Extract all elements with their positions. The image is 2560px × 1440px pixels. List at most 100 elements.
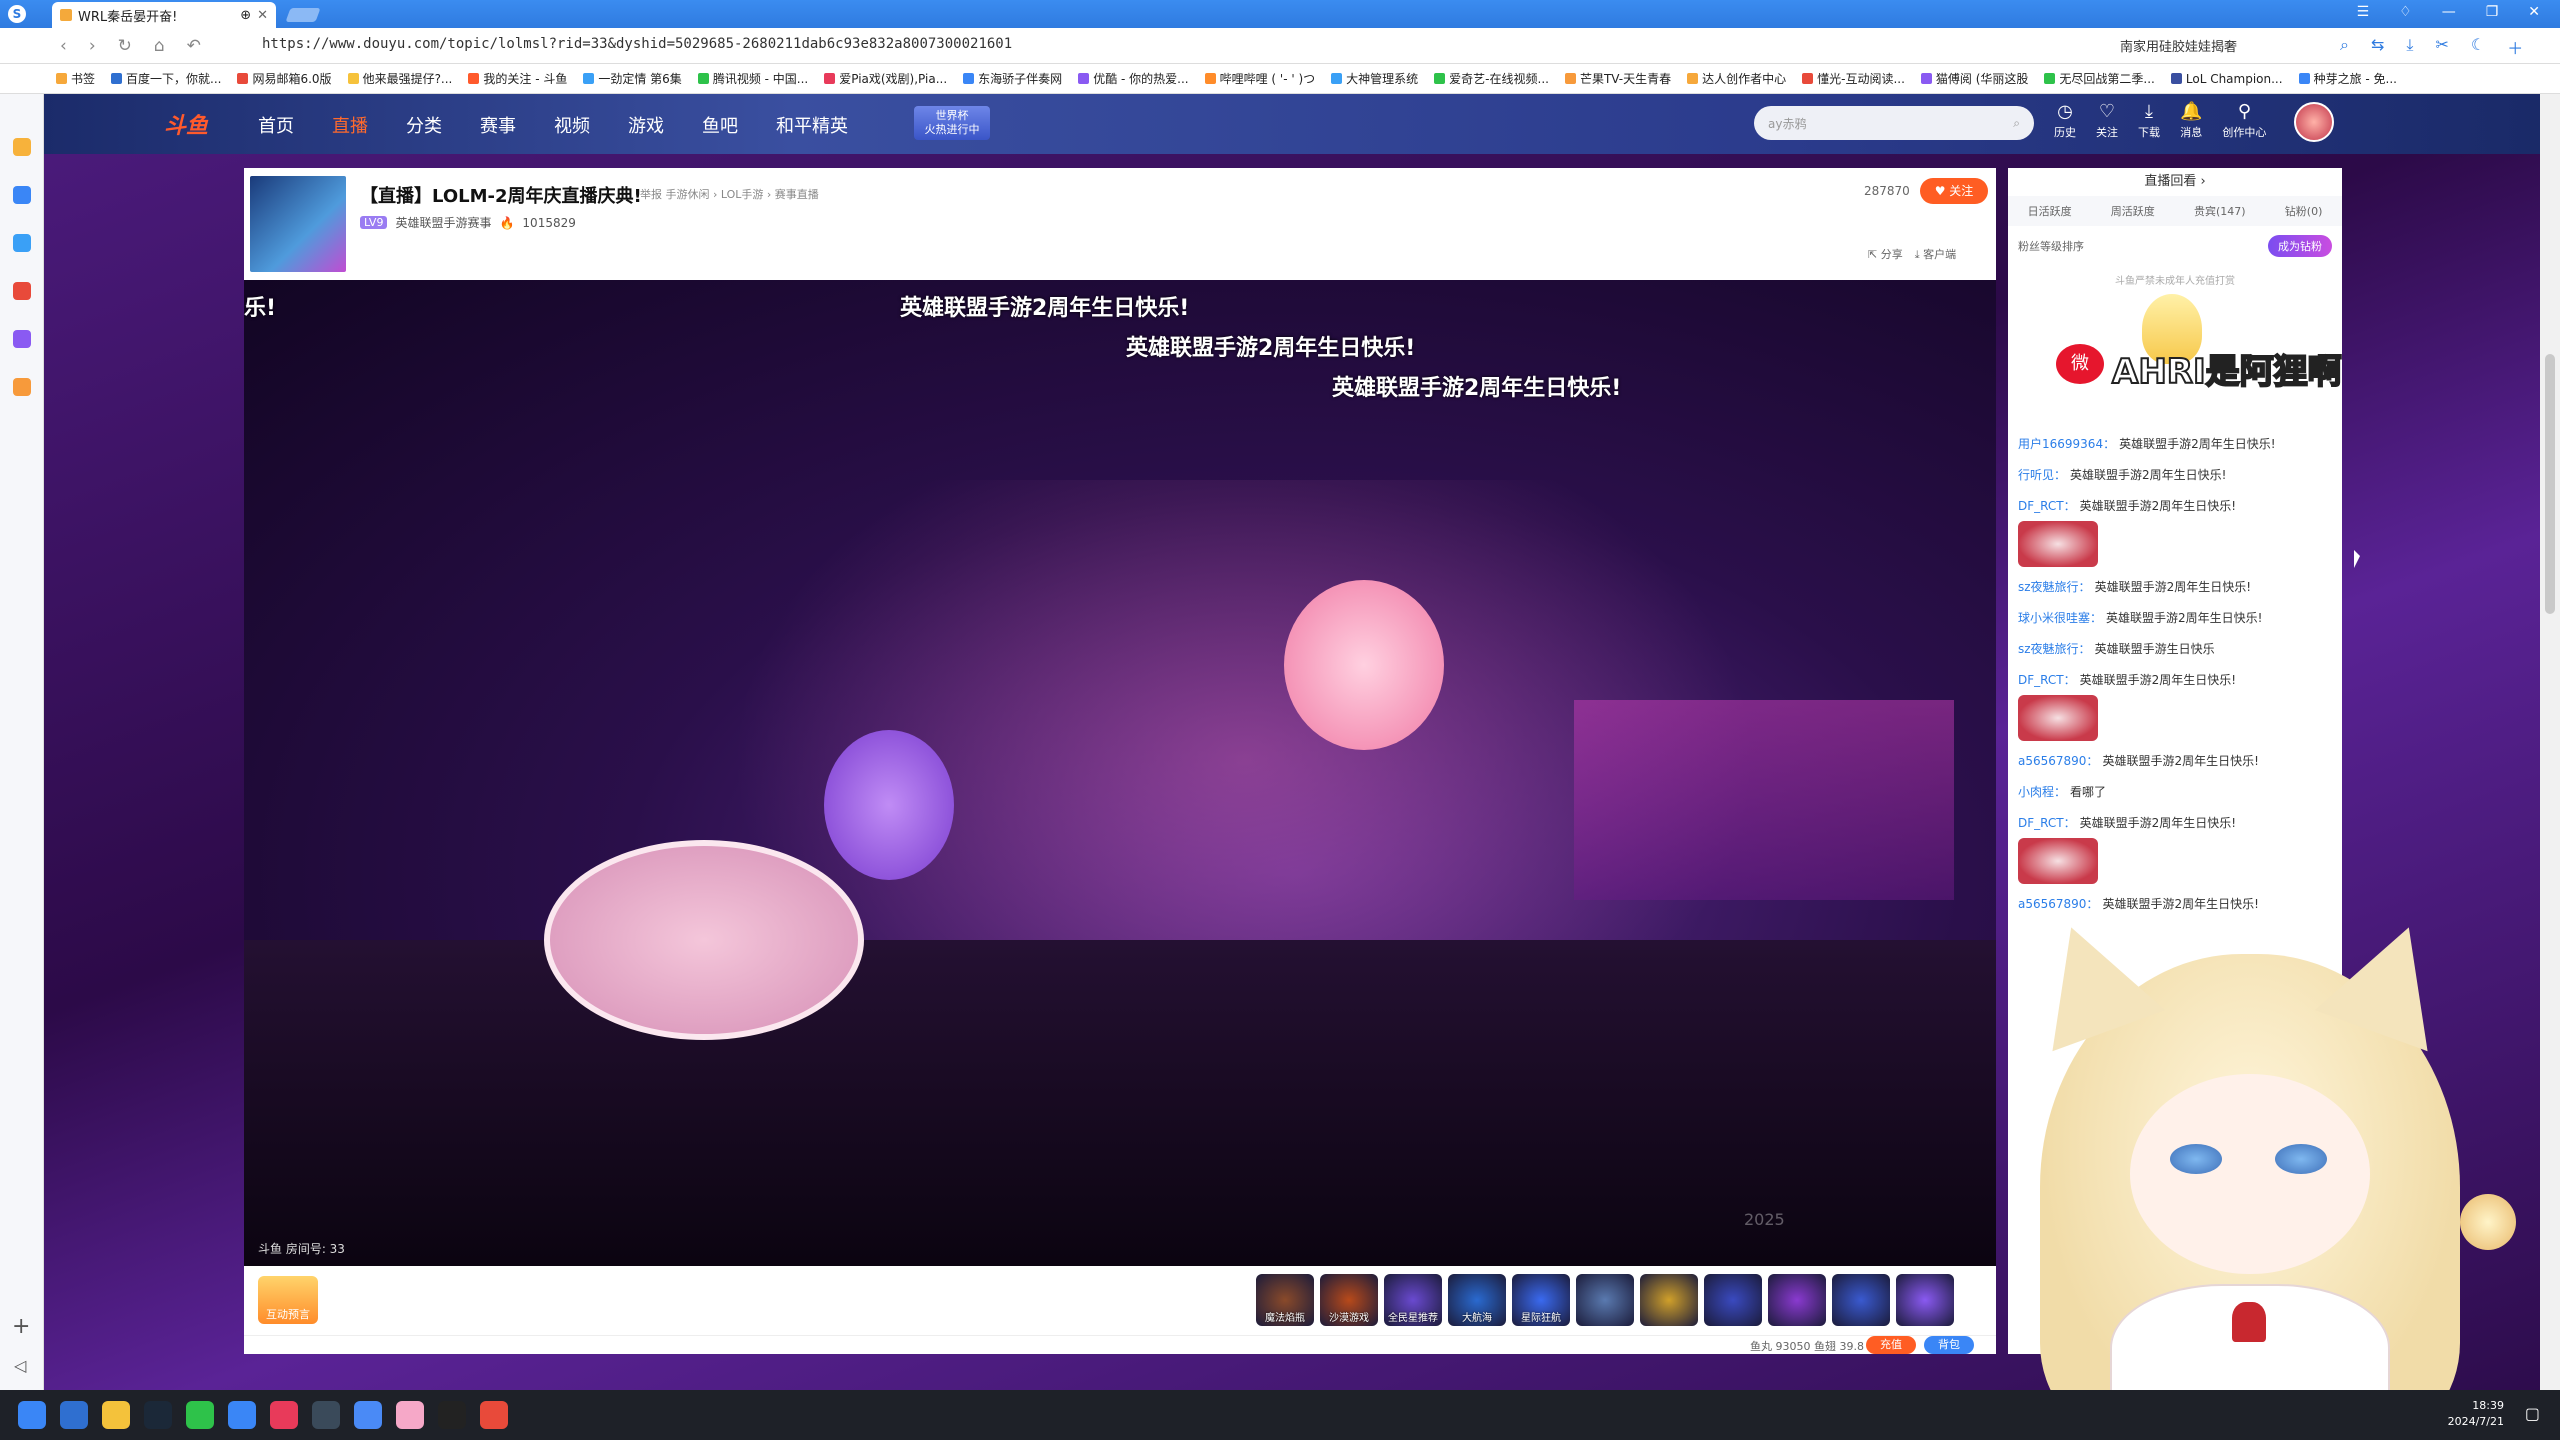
- search-engine-box[interactable]: 南家用硅胶娃娃揭奢: [2120, 36, 2237, 55]
- bookmark-item[interactable]: 百度一下，你就...: [111, 70, 221, 87]
- close-window-icon[interactable]: ✕: [2528, 4, 2540, 20]
- netease-music-icon[interactable]: [270, 1401, 298, 1429]
- undo-icon[interactable]: ↶: [187, 36, 201, 56]
- moon-icon[interactable]: ☾: [2471, 35, 2485, 59]
- nav-item[interactable]: 游戏: [628, 112, 664, 138]
- file-explorer-icon[interactable]: [102, 1401, 130, 1429]
- nav-item[interactable]: 鱼吧: [702, 112, 738, 138]
- taskbar-clock[interactable]: 18:39 2024/7/21: [2448, 1398, 2504, 1430]
- tab-close-icon[interactable]: ✕: [257, 8, 268, 23]
- replay-link[interactable]: 直播回看 ›: [2008, 168, 2342, 196]
- room-thumbnail[interactable]: [250, 176, 346, 272]
- gift-item[interactable]: 全民星推荐: [1384, 1274, 1442, 1326]
- page-scrollbar[interactable]: [2540, 94, 2560, 1390]
- gift-item[interactable]: [1896, 1274, 1954, 1326]
- user-avatar[interactable]: [2294, 102, 2334, 142]
- vtuber-app-icon[interactable]: [396, 1401, 424, 1429]
- 360-browser-icon[interactable]: [228, 1401, 256, 1429]
- charge-button[interactable]: 充值: [1866, 1336, 1916, 1354]
- back-icon[interactable]: ‹: [60, 36, 67, 56]
- menu-icon[interactable]: ☰: [2357, 4, 2370, 20]
- header-bell-button[interactable]: 🔔 消息: [2180, 102, 2202, 140]
- download-icon[interactable]: ⤓: [2406, 35, 2413, 59]
- bookmark-item[interactable]: 优酷 - 你的热爱...: [1078, 70, 1189, 87]
- notification-icon[interactable]: ▢: [2525, 1404, 2540, 1423]
- chat-username[interactable]: a56567890：: [2018, 754, 2098, 768]
- chat-username[interactable]: 小肉程：: [2018, 785, 2066, 799]
- chat-username[interactable]: 用户16699364：: [2018, 437, 2115, 451]
- sidebar-collapse-icon[interactable]: ◁: [14, 1356, 26, 1375]
- browser-logo-icon[interactable]: S: [8, 5, 26, 23]
- chat-username[interactable]: 行听见：: [2018, 468, 2066, 482]
- forward-icon[interactable]: ›: [89, 36, 96, 56]
- streamer-name[interactable]: 英雄联盟手游赛事: [395, 214, 491, 231]
- bookmark-item[interactable]: 哔哩哔哩 ( '- ' )つ: [1204, 70, 1315, 87]
- gift-item[interactable]: [1768, 1274, 1826, 1326]
- chat-tab[interactable]: 日活跃度: [2028, 203, 2072, 219]
- url-input[interactable]: https://www.douyu.com/topic/lolmsl?rid=3…: [262, 36, 1012, 52]
- tab-pin-icon[interactable]: ⊕: [240, 8, 251, 23]
- bookmark-item[interactable]: 达人创作者中心: [1687, 70, 1786, 87]
- new-tab-button[interactable]: [285, 8, 321, 22]
- home-icon[interactable]: ⌂: [154, 36, 165, 56]
- chat-username[interactable]: sz夜魅旅行：: [2018, 580, 2091, 594]
- bookmark-item[interactable]: 一劲定情 第6集: [583, 70, 682, 87]
- chat-tab[interactable]: 钻粉(0): [2285, 203, 2323, 219]
- gift-item[interactable]: 沙漠游戏: [1320, 1274, 1378, 1326]
- nav-item[interactable]: 首页: [258, 112, 294, 138]
- chat-username[interactable]: DF_RCT：: [2018, 816, 2076, 830]
- start-icon[interactable]: [18, 1401, 46, 1429]
- douyu-logo[interactable]: 斗鱼: [164, 108, 208, 140]
- search-icon[interactable]: ⌕: [2340, 35, 2349, 59]
- chat-username[interactable]: sz夜魅旅行：: [2018, 642, 2091, 656]
- gift-item[interactable]: [1640, 1274, 1698, 1326]
- bookmark-item[interactable]: 书签: [56, 70, 95, 87]
- bag-button[interactable]: 背包: [1924, 1336, 1974, 1354]
- browser-app-icon[interactable]: [60, 1401, 88, 1429]
- bookmark-item[interactable]: 大神管理系统: [1331, 70, 1418, 87]
- worldcup-badge[interactable]: 世界杯 火热进行中: [914, 106, 990, 140]
- add-icon[interactable]: ＋: [2507, 35, 2523, 59]
- bookmark-item[interactable]: 无尽回战第二季...: [2044, 70, 2155, 87]
- become-fan-button[interactable]: 成为钻粉: [2268, 235, 2332, 257]
- header-creator-button[interactable]: ⚲ 创作中心: [2222, 102, 2266, 140]
- room-category[interactable]: 举报 手游休闲 › LOL手游 › 赛事直播: [640, 186, 819, 202]
- bookmark-item[interactable]: 网易邮箱6.0版: [237, 70, 332, 87]
- gift-item[interactable]: [1832, 1274, 1890, 1326]
- header-heart-button[interactable]: ♡ 关注: [2096, 102, 2118, 140]
- bookmark-item[interactable]: 他来最强提仔?...: [347, 70, 452, 87]
- nav-item[interactable]: 分类: [406, 112, 442, 138]
- bookmark-item[interactable]: 芒果TV-天生青春: [1564, 70, 1671, 87]
- chat-username[interactable]: a56567890：: [2018, 897, 2098, 911]
- translate-icon[interactable]: ⇆: [2371, 35, 2384, 59]
- sidebar-pdf-icon[interactable]: [13, 282, 31, 300]
- chat-username[interactable]: DF_RCT：: [2018, 499, 2076, 513]
- gift-item[interactable]: 魔法焰瓶: [1256, 1274, 1314, 1326]
- chat-tab[interactable]: 贵宾(147): [2194, 203, 2246, 219]
- header-download-button[interactable]: ⤓ 下载: [2138, 102, 2160, 140]
- maximize-icon[interactable]: ❐: [2486, 4, 2499, 20]
- bookmark-item[interactable]: 东海骄子伴奏网: [963, 70, 1062, 87]
- gift-item[interactable]: [1704, 1274, 1762, 1326]
- bookmark-item[interactable]: LoL Champion...: [2170, 72, 2283, 86]
- tools-icon[interactable]: ✂: [2435, 35, 2448, 59]
- chat-username[interactable]: 球小米很哇塞：: [2018, 611, 2102, 625]
- fans-rank-label[interactable]: 粉丝等级排序: [2018, 238, 2084, 254]
- sidebar-cloud-icon[interactable]: [13, 234, 31, 252]
- sidebar-search-icon[interactable]: [13, 378, 31, 396]
- bookmark-item[interactable]: 爱奇艺-在线视频...: [1434, 70, 1549, 87]
- sidebar-add-icon[interactable]: +: [12, 1314, 30, 1339]
- gift-item[interactable]: [1576, 1274, 1634, 1326]
- live-video[interactable]: 英雄联盟手游2周年生日快乐! 英雄联盟手游2周年生日快乐! 英雄联盟手游2周年生…: [244, 280, 1996, 1266]
- sidebar-favorite-icon[interactable]: [13, 138, 31, 156]
- gift-item[interactable]: 大航海: [1448, 1274, 1506, 1326]
- bookmark-item[interactable]: 猫傅阅 (华丽这股: [1920, 70, 2028, 87]
- douyu-app-icon[interactable]: [438, 1401, 466, 1429]
- follow-button[interactable]: ♥ 关注: [1920, 178, 1988, 204]
- sidebar-clock-icon[interactable]: [13, 186, 31, 204]
- search-icon[interactable]: ⌕: [2013, 116, 2020, 131]
- minimize-icon[interactable]: —: [2442, 4, 2456, 20]
- share-button[interactable]: ⇱ 分享: [1868, 246, 1903, 262]
- bookmark-item[interactable]: 爱Pia戏(戏剧),Pia...: [824, 70, 947, 87]
- gift-item[interactable]: 星际狂航: [1512, 1274, 1570, 1326]
